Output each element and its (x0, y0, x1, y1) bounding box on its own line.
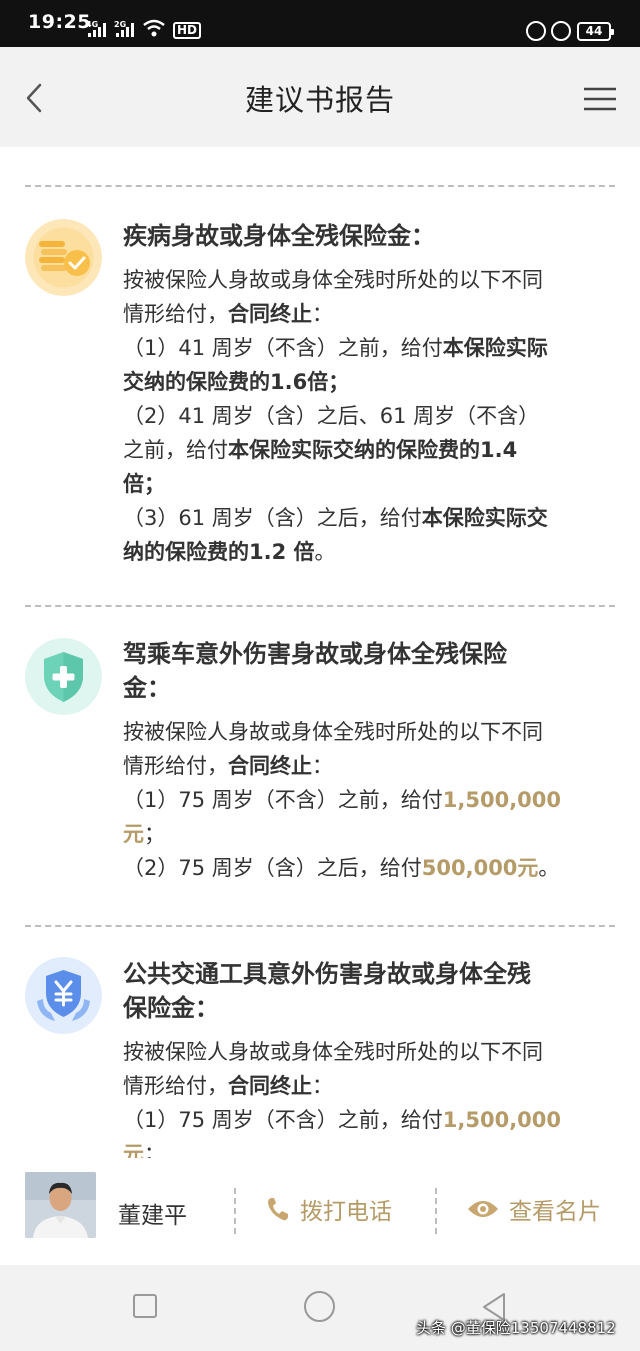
call-button[interactable]: 拨打电话 (266, 1192, 392, 1226)
emphasis-text: 合同终止 (228, 302, 312, 326)
description-line: 按被保险人身故或身体全残时所处的以下不同 (123, 263, 603, 297)
call-button-label: 拨打电话 (300, 1199, 392, 1225)
alarm-icon (551, 21, 571, 41)
shield-yuan-icon (25, 957, 102, 1034)
section-divider (25, 925, 615, 927)
emphasis-text: 合同终止 (228, 754, 312, 778)
agent-name: 董建平 (118, 1203, 187, 1229)
coins-check-icon (25, 219, 102, 296)
amount-text: 500,000元 (421, 856, 539, 880)
signal-strength-icon (88, 23, 106, 37)
action-divider (435, 1188, 437, 1234)
benefit-description: 按被保险人身故或身体全残时所处的以下不同 情形给付，合同终止： （1）41 周岁（不… (123, 263, 603, 569)
amount-text: 元 (123, 822, 144, 846)
description-text: 按被保险人身故或身体全残时所处的以下不同 (123, 268, 543, 292)
phone-icon (268, 1198, 288, 1221)
signal-strength-icon-2 (116, 23, 134, 37)
description-text: 情形给付， (123, 1074, 228, 1098)
description-line: （3）61 周岁（含）之后，给付本保险实际交 (123, 501, 603, 535)
watermark-text: 头条 @董保险13507448812 (416, 1319, 616, 1337)
page-header: 建议书报告 (0, 47, 640, 147)
description-text: ； (144, 822, 165, 846)
description-line: 按被保险人身故或身体全残时所处的以下不同 (123, 715, 603, 749)
description-text: （1）75 周岁（不含）之前，给付 (123, 788, 443, 812)
rotation-lock-icon (526, 21, 546, 41)
description-text: 。 (314, 540, 336, 564)
report-content[interactable]: 疾病身故或身体全残保险金： 按被保险人身故或身体全残时所处的以下不同 情形给付，合… (0, 147, 640, 1158)
description-line: 纳的保险费的1.2 倍。 (123, 535, 603, 569)
benefit-description: 按被保险人身故或身体全残时所处的以下不同 情形给付，合同终止： （1）75 周岁（不… (123, 1035, 603, 1158)
emphasis-text: 倍； (123, 472, 165, 496)
status-bar: 19:25 4G 2G HD 44 (0, 0, 640, 47)
description-line: 情形给付，合同终止： (123, 749, 603, 783)
benefit-title: 公共交通工具意外伤害身故或身体全残 保险金： (123, 957, 603, 1025)
benefit-description: 按被保险人身故或身体全残时所处的以下不同 情形给付，合同终止： （1）75 周岁（不… (123, 715, 603, 885)
description-text: ： (312, 754, 333, 778)
description-line: 之前，给付本保险实际交纳的保险费的1.4 (123, 433, 603, 467)
description-line: （2）75 周岁（含）之后，给付500,000元。 (123, 851, 603, 885)
description-line: （2）41 周岁（含）之后、61 周岁（不含） (123, 399, 603, 433)
description-line: （1）75 周岁（不含）之前，给付1,500,000 (123, 783, 603, 817)
section-divider (25, 605, 615, 607)
description-line: 交纳的保险费的1.6倍； (123, 365, 603, 399)
benefit-title-line: 疾病身故或身体全残保险金： (123, 222, 435, 250)
description-text: （1）75 周岁（不含）之前，给付 (123, 1108, 443, 1132)
benefit-title-line: 驾乘车意外伤害身故或身体全残保险 (123, 640, 507, 668)
hd-icon: HD (173, 22, 202, 39)
amount-text: 1,500,000 (442, 788, 562, 812)
eye-icon (468, 1201, 498, 1217)
description-line: （1）41 周岁（不含）之前，给付本保险实际 (123, 331, 603, 365)
description-line: 情形给付，合同终止： (123, 297, 603, 331)
emphasis-text: 本保险实际交纳的保险费的1.4 (228, 438, 518, 462)
benefit-title-line: 金： (123, 674, 171, 702)
emphasis-text: 纳的保险费的1.2 倍 (123, 540, 315, 564)
description-text: ； (144, 1142, 165, 1158)
benefit-title-line: 保险金： (123, 994, 219, 1022)
benefit-title-line: 公共交通工具意外伤害身故或身体全残 (123, 960, 531, 988)
agent-avatar (25, 1172, 96, 1238)
description-text: ： (312, 302, 333, 326)
menu-icon[interactable] (584, 87, 616, 111)
description-text: （2）41 周岁（含）之后、61 周岁（不含） (123, 404, 540, 428)
description-text: 按被保险人身故或身体全残时所处的以下不同 (123, 1040, 543, 1064)
description-text: （1）41 周岁（不含）之前，给付 (123, 336, 443, 360)
emphasis-text: 交纳的保险费的1.6倍； (123, 370, 350, 394)
benefit-title: 疾病身故或身体全残保险金： (123, 219, 603, 253)
amount-text: 元 (123, 1142, 144, 1158)
description-text: （2）75 周岁（含）之后，给付 (123, 856, 422, 880)
status-time: 19:25 (28, 11, 91, 33)
view-card-button-label: 查看名片 (509, 1199, 601, 1225)
description-line: 元； (123, 1137, 603, 1158)
wifi-icon (143, 19, 165, 37)
shield-plus-icon (25, 638, 102, 715)
description-text: （3）61 周岁（含）之后，给付 (123, 506, 422, 530)
home-button[interactable] (304, 1291, 335, 1322)
description-line: 倍； (123, 467, 603, 501)
emphasis-text: 本保险实际 (442, 336, 548, 360)
description-text: 。 (538, 856, 560, 880)
emphasis-text: 合同终止 (228, 1074, 312, 1098)
page-title: 建议书报告 (244, 83, 395, 117)
description-text: 之前，给付 (123, 438, 228, 462)
emphasis-text: 本保险实际交 (421, 506, 548, 530)
agent-contact-bar: 董建平 拨打电话 查看名片 (0, 1158, 640, 1265)
description-line: 按被保险人身故或身体全残时所处的以下不同 (123, 1035, 603, 1069)
description-text: ： (312, 1074, 333, 1098)
benefit-title: 驾乘车意外伤害身故或身体全残保险 金： (123, 637, 603, 705)
system-nav-bar: 头条 @董保险13507448812 (0, 1265, 640, 1351)
description-line: 元； (123, 817, 603, 851)
recent-apps-button[interactable] (133, 1294, 157, 1318)
section-divider (25, 185, 615, 187)
description-text: 按被保险人身故或身体全残时所处的以下不同 (123, 720, 543, 744)
description-line: 情形给付，合同终止： (123, 1069, 603, 1103)
battery-icon: 44 (577, 22, 614, 41)
amount-text: 1,500,000 (442, 1108, 562, 1132)
view-card-button[interactable]: 查看名片 (467, 1192, 601, 1226)
action-divider (234, 1188, 236, 1234)
description-line: （1）75 周岁（不含）之前，给付1,500,000 (123, 1103, 603, 1137)
description-text: 情形给付， (123, 302, 228, 326)
description-text: 情形给付， (123, 754, 228, 778)
